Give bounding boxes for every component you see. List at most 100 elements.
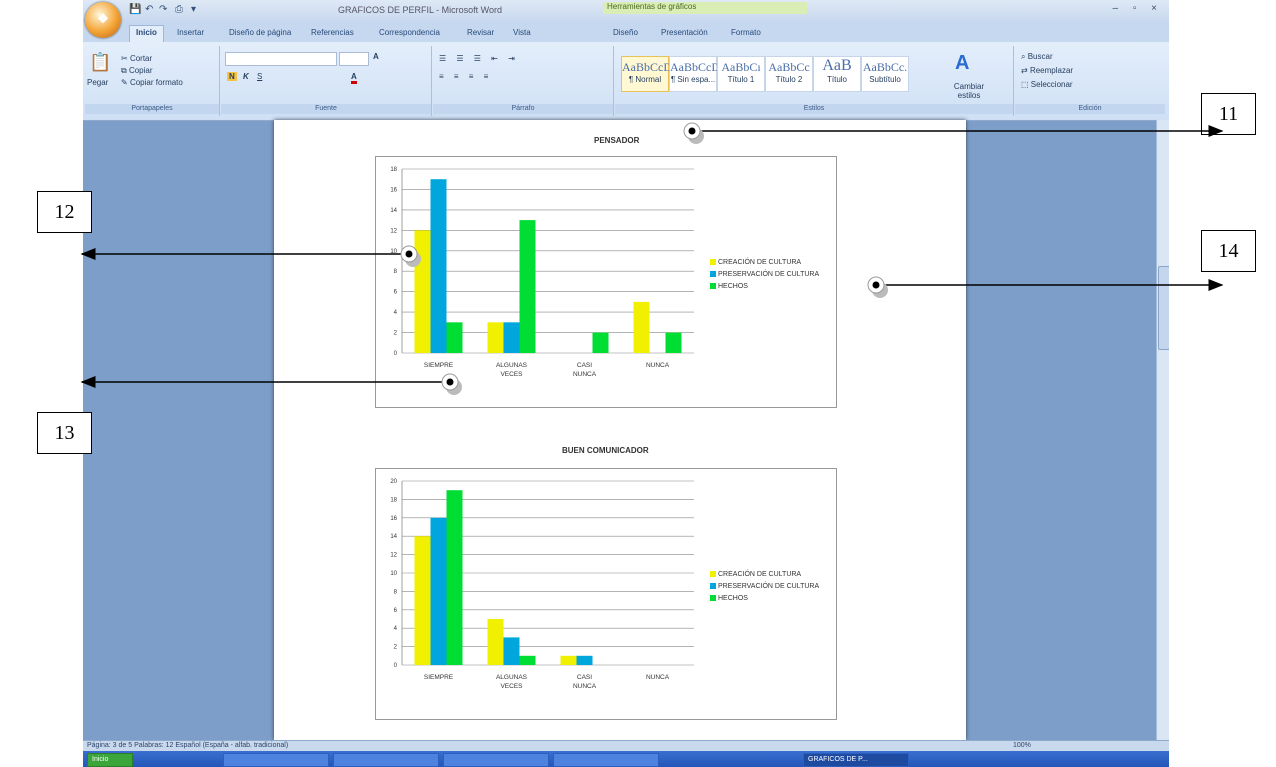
styles-group: AaBbCcDı ¶ Normal AaBbCcDı ¶ Sin espa... A… [615,46,1014,116]
taskbar-item-3[interactable] [443,753,549,767]
bar [633,301,650,353]
bar [503,322,520,353]
legend-swatch [710,595,716,602]
paragraph-group-label: Párrafo [433,104,613,114]
vertical-scrollbar[interactable] [1156,120,1169,740]
paragraph-group: ☰ ☰ ☰ ⇤ ⇥ ≡ ≡ ≡ ≡ Párrafo [433,46,614,116]
chart-1-title: PENSADOR [594,136,640,145]
paste-icon[interactable]: 📋 [89,52,111,73]
office-logo-icon: ❖ [97,11,109,26]
align-icons[interactable]: ≡ ≡ ≡ ≡ [439,72,492,81]
y-tick-label: 20 [390,479,397,485]
x-tick-label: CASI [577,362,592,369]
underline-button[interactable]: S [257,72,262,81]
y-tick-label: 10 [390,249,397,255]
tab-diseno-pagina[interactable]: Diseño de página [229,28,291,37]
clipboard-group-label: Portapapeles [85,104,219,114]
start-button[interactable]: Inicio [87,753,133,767]
tab-presentacion[interactable]: Presentación [661,28,708,37]
y-tick-label: 0 [394,663,398,669]
bar [576,655,593,665]
y-tick-label: 16 [390,516,397,522]
editing-group: ⌕ Buscar ⇄ Reemplazar ⬚ Seleccionar Edic… [1015,46,1165,116]
clipboard-group: 📋 Pegar ✂ Cortar ⧉ Copiar ✎ Copiar forma… [85,46,220,116]
x-tick-label: NUNCA [573,683,597,690]
change-styles-icon[interactable]: A [955,52,969,75]
x-tick-label: ALGUNAS [496,674,528,681]
style-sin-espaciado[interactable]: AaBbCcDı ¶ Sin espa... [669,56,723,92]
print-icon[interactable]: ⎙ [175,4,183,15]
taskbar-item-1[interactable] [223,753,329,767]
legend-item: PRESERVACIÓN DE CULTURA [710,269,819,281]
grow-font-button[interactable]: A [373,52,379,61]
font-group: A N K S A Fuente [221,46,432,116]
font-size-select[interactable] [339,52,369,66]
copy-icon: ⧉ [121,66,129,75]
replace-button[interactable]: ⇄ Reemplazar [1021,66,1073,75]
brush-icon: ✎ [121,78,130,87]
change-styles-button[interactable]: Cambiar estilos [949,82,989,100]
font-name-select[interactable] [225,52,337,66]
find-button[interactable]: ⌕ Buscar [1021,52,1053,62]
tab-insertar[interactable]: Insertar [177,28,204,37]
legend-label: PRESERVACIÓN DE CULTURA [718,271,820,278]
taskbar-item-word[interactable]: GRAFICOS DE P... [803,753,909,767]
chart-2-title: BUEN COMUNICADOR [562,446,649,455]
chart-1-legend: CREACIÓN DE CULTURA PRESERVACIÓN DE CULTU… [710,257,819,293]
legend-label: PRESERVACIÓN DE CULTURA [718,583,820,590]
style-titulo-2[interactable]: AaBbCc Título 2 [765,56,813,92]
tab-formato[interactable]: Formato [731,28,761,37]
callout-13: 13 [37,412,92,454]
tab-vista[interactable]: Vista [513,28,531,37]
x-tick-label: SIEMPRE [424,362,454,369]
ribbon: 📋 Pegar ✂ Cortar ⧉ Copiar ✎ Copiar forma… [83,42,1169,121]
y-tick-label: 12 [390,228,397,234]
style-subtitulo[interactable]: AaBbCc. Subtítulo [861,56,909,92]
undo-icon[interactable]: ↶ [145,4,153,15]
window-controls[interactable]: – ▫ × [1112,3,1163,14]
chart-2-legend: CREACIÓN DE CULTURA PRESERVACIÓN DE CULTU… [710,569,819,605]
legend-label: CREACIÓN DE CULTURA [718,259,802,266]
format-painter-button[interactable]: ✎ Copiar formato [121,78,183,87]
y-tick-label: 14 [390,534,397,540]
save-icon[interactable]: 💾 [129,4,141,15]
text-color-button[interactable]: A [351,72,357,84]
zoom-level[interactable]: 100% [1013,742,1031,749]
style-titulo[interactable]: AaB Título [813,56,861,92]
legend-swatch [710,271,716,278]
list-icons[interactable]: ☰ ☰ ☰ ⇤ ⇥ [439,54,519,63]
x-tick-label: SIEMPRE [424,674,454,681]
legend-label: CREACIÓN DE CULTURA [718,571,802,578]
taskbar-item-2[interactable] [333,753,439,767]
tab-diseno[interactable]: Diseño [613,28,638,37]
taskbar: Inicio GRAFICOS DE P... [83,751,1169,767]
y-tick-label: 16 [390,187,397,193]
style-normal[interactable]: AaBbCcDı ¶ Normal [621,56,675,92]
document-page[interactable]: PENSADOR 0 2 4 6 8 10 12 14 16 18 SIEMPRE ALGUNAS VE… [274,120,966,740]
scrollbar-thumb[interactable] [1158,266,1169,350]
tab-correspondencia[interactable]: Correspondencia [379,28,440,37]
chart-2[interactable]: 0 2 4 6 8 10 12 14 16 18 20 SIEMPRE ALGUNAS VECES CASI… [375,468,837,720]
cut-button[interactable]: ✂ Cortar [121,54,152,63]
quick-access-menu-icon[interactable]: ▾ [191,4,196,15]
style-titulo-1[interactable]: AaBbCı Título 1 [717,56,765,92]
copy-button[interactable]: ⧉ Copiar [121,66,153,76]
chart-1[interactable]: 0 2 4 6 8 10 12 14 16 18 SIEMPRE ALGUNAS VECES CASI NU… [375,156,837,408]
taskbar-item-4[interactable] [553,753,659,767]
bar [487,322,504,353]
styles-group-label: Estilos [615,104,1013,114]
italic-button[interactable]: K [243,72,249,81]
select-button[interactable]: ⬚ Seleccionar [1021,80,1073,89]
tab-inicio[interactable]: Inicio [129,25,164,42]
redo-icon[interactable]: ↷ [159,4,167,15]
callout-11: 11 [1201,93,1256,135]
tab-revisar[interactable]: Revisar [467,28,494,37]
editing-group-label: Edición [1015,104,1165,114]
bar [414,536,431,665]
paste-button[interactable]: Pegar [87,78,108,87]
legend-item: CREACIÓN DE CULTURA [710,569,819,581]
bold-button[interactable]: N [227,72,237,81]
office-button[interactable]: ❖ [85,2,121,38]
tab-referencias[interactable]: Referencias [311,28,354,37]
y-tick-label: 10 [390,571,397,577]
